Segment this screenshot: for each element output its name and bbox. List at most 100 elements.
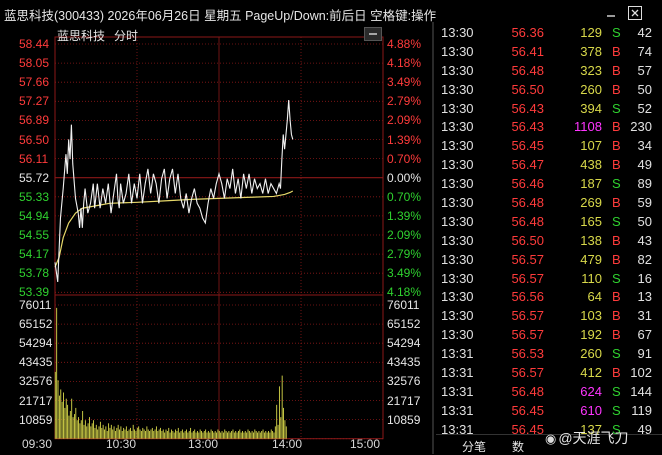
volume-tick-label: 32576 xyxy=(19,374,53,389)
intraday-chart[interactable]: 蓝思科技 分时 58.44 4.88% 58.05 4.18% 57.66 3.49% 57… xyxy=(0,22,434,454)
volume-tick-label-right: 10859 xyxy=(387,412,421,427)
price-tick-label: 53.78 xyxy=(19,266,50,281)
time-tick-label: 09:30 xyxy=(22,437,53,451)
trade-row[interactable]: 13:31 56.53 260 S 91 xyxy=(436,345,662,364)
trade-count: 82 xyxy=(637,251,652,267)
trade-count: 59 xyxy=(637,195,652,211)
trade-time: 13:30 xyxy=(441,232,474,248)
pct-tick-label: 2.09% xyxy=(387,113,422,128)
trade-price: 56.48 xyxy=(511,213,544,229)
trade-side: B xyxy=(612,119,621,135)
minimize-glyph xyxy=(607,15,615,17)
volume-tick-label: 21717 xyxy=(19,393,53,408)
volume-tick-label-right: 54294 xyxy=(387,336,421,351)
trade-row[interactable]: 13:30 56.46 187 S 89 xyxy=(436,175,662,194)
trade-count: 43 xyxy=(637,232,652,248)
volume-tick-label: 54294 xyxy=(19,336,53,351)
trade-row[interactable]: 13:30 56.43 1108 B 230 xyxy=(436,118,662,137)
chart-canvas xyxy=(54,36,384,440)
trade-row[interactable]: 13:30 56.47 438 B 49 xyxy=(436,156,662,175)
trade-row[interactable]: 13:30 56.48 323 B 57 xyxy=(436,62,662,81)
trade-row[interactable]: 13:30 56.57 479 B 82 xyxy=(436,251,662,270)
trade-price: 56.57 xyxy=(511,327,544,343)
trade-volume: 110 xyxy=(581,270,602,286)
trade-time: 13:30 xyxy=(441,289,474,305)
trade-side: B xyxy=(612,327,621,343)
trade-price: 56.57 xyxy=(511,365,544,381)
trade-row[interactable]: 13:30 56.48 165 S 50 xyxy=(436,213,662,232)
trade-count: 144 xyxy=(630,383,652,399)
trade-count: 50 xyxy=(637,81,652,97)
trade-row[interactable]: 13:30 56.43 394 S 52 xyxy=(436,100,662,119)
trade-side: S xyxy=(612,25,621,40)
price-tick-label: 56.50 xyxy=(19,132,50,147)
trade-count: 74 xyxy=(637,43,652,59)
trade-row[interactable]: 13:31 56.57 412 B 102 xyxy=(436,364,662,383)
trade-volume: 192 xyxy=(580,327,602,343)
panel-divider[interactable] xyxy=(432,22,434,454)
volume-tick-label: 65152 xyxy=(19,317,53,332)
trade-count: 49 xyxy=(637,157,652,173)
trade-row[interactable]: 13:31 56.48 624 S 144 xyxy=(436,383,662,402)
minimize-icon[interactable] xyxy=(602,4,620,22)
trade-count: 50 xyxy=(637,213,652,229)
trade-side: B xyxy=(612,157,621,173)
trade-side: B xyxy=(612,138,621,154)
trade-time: 13:30 xyxy=(441,176,474,192)
trade-price: 56.48 xyxy=(511,195,544,211)
trade-side: B xyxy=(612,308,621,324)
close-icon[interactable] xyxy=(626,4,644,22)
trade-price: 56.48 xyxy=(511,62,544,78)
trade-price: 56.45 xyxy=(511,402,544,418)
trade-side: S xyxy=(612,176,621,192)
volume-tick-label: 76011 xyxy=(19,298,52,312)
trade-side: S xyxy=(612,346,621,362)
price-tick-label: 57.27 xyxy=(19,94,50,109)
trade-count: 34 xyxy=(637,138,652,154)
trade-count: 16 xyxy=(637,270,652,286)
zoom-button[interactable] xyxy=(364,27,382,41)
trade-volume: 165 xyxy=(580,213,602,229)
trade-volume: 187 xyxy=(580,176,602,192)
trade-row[interactable]: 13:30 56.56 64 B 13 xyxy=(436,288,662,307)
pct-tick-label: 0.00% xyxy=(387,170,422,185)
trade-row[interactable]: 13:30 56.57 103 B 31 xyxy=(436,307,662,326)
trade-time: 13:31 xyxy=(441,383,474,399)
trade-count: 230 xyxy=(630,119,652,135)
tab-trades[interactable]: 分笔 xyxy=(462,438,486,455)
trade-side: B xyxy=(612,232,621,248)
trade-price: 56.45 xyxy=(511,138,544,154)
chart-stock-name: 蓝思科技 xyxy=(57,29,106,43)
chart-period-label[interactable]: 分时 xyxy=(114,27,138,44)
pct-tick-label: 1.39% xyxy=(387,208,422,223)
trade-time: 13:30 xyxy=(441,327,474,343)
price-tick-label: 56.11 xyxy=(19,151,49,166)
trade-side: S xyxy=(612,213,621,229)
volume-tick-label-right: 43435 xyxy=(387,355,421,370)
trade-time: 13:30 xyxy=(441,157,474,173)
trade-volume: 1108 xyxy=(574,119,602,135)
trade-row[interactable]: 13:30 56.57 110 S 16 xyxy=(436,270,662,289)
trade-price: 56.53 xyxy=(511,346,544,362)
volume-tick-label-right: 76011 xyxy=(387,298,420,312)
trade-list[interactable]: 13:30 56.36 129 S 42 13:30 56.41 378 B 74 13:30 56.… xyxy=(436,24,662,440)
trade-row[interactable]: 13:30 56.41 378 B 74 xyxy=(436,43,662,62)
trade-price: 56.46 xyxy=(511,176,544,192)
trade-side: S xyxy=(612,270,621,286)
trade-row[interactable]: 13:30 56.57 192 B 67 xyxy=(436,326,662,345)
trade-side: B xyxy=(612,289,621,305)
trade-row[interactable]: 13:31 56.45 610 S 119 xyxy=(436,402,662,421)
time-tick-label: 14:00 xyxy=(272,437,303,451)
trade-row[interactable]: 13:30 56.50 260 B 50 xyxy=(436,81,662,100)
trade-row[interactable]: 13:30 56.50 138 B 43 xyxy=(436,232,662,251)
trade-count: 89 xyxy=(637,176,652,192)
tab-other[interactable]: 数 xyxy=(512,438,524,455)
trade-row[interactable]: 13:30 56.48 269 B 59 xyxy=(436,194,662,213)
trade-price: 56.47 xyxy=(511,157,544,173)
trade-price: 56.36 xyxy=(511,25,544,40)
trade-row[interactable]: 13:30 56.36 129 S 42 xyxy=(436,24,662,43)
trade-row[interactable]: 13:30 56.45 107 B 34 xyxy=(436,137,662,156)
watermark-text: @天涯飞刀 xyxy=(558,430,629,446)
trade-count: 67 xyxy=(637,327,652,343)
trade-side: B xyxy=(612,365,621,381)
